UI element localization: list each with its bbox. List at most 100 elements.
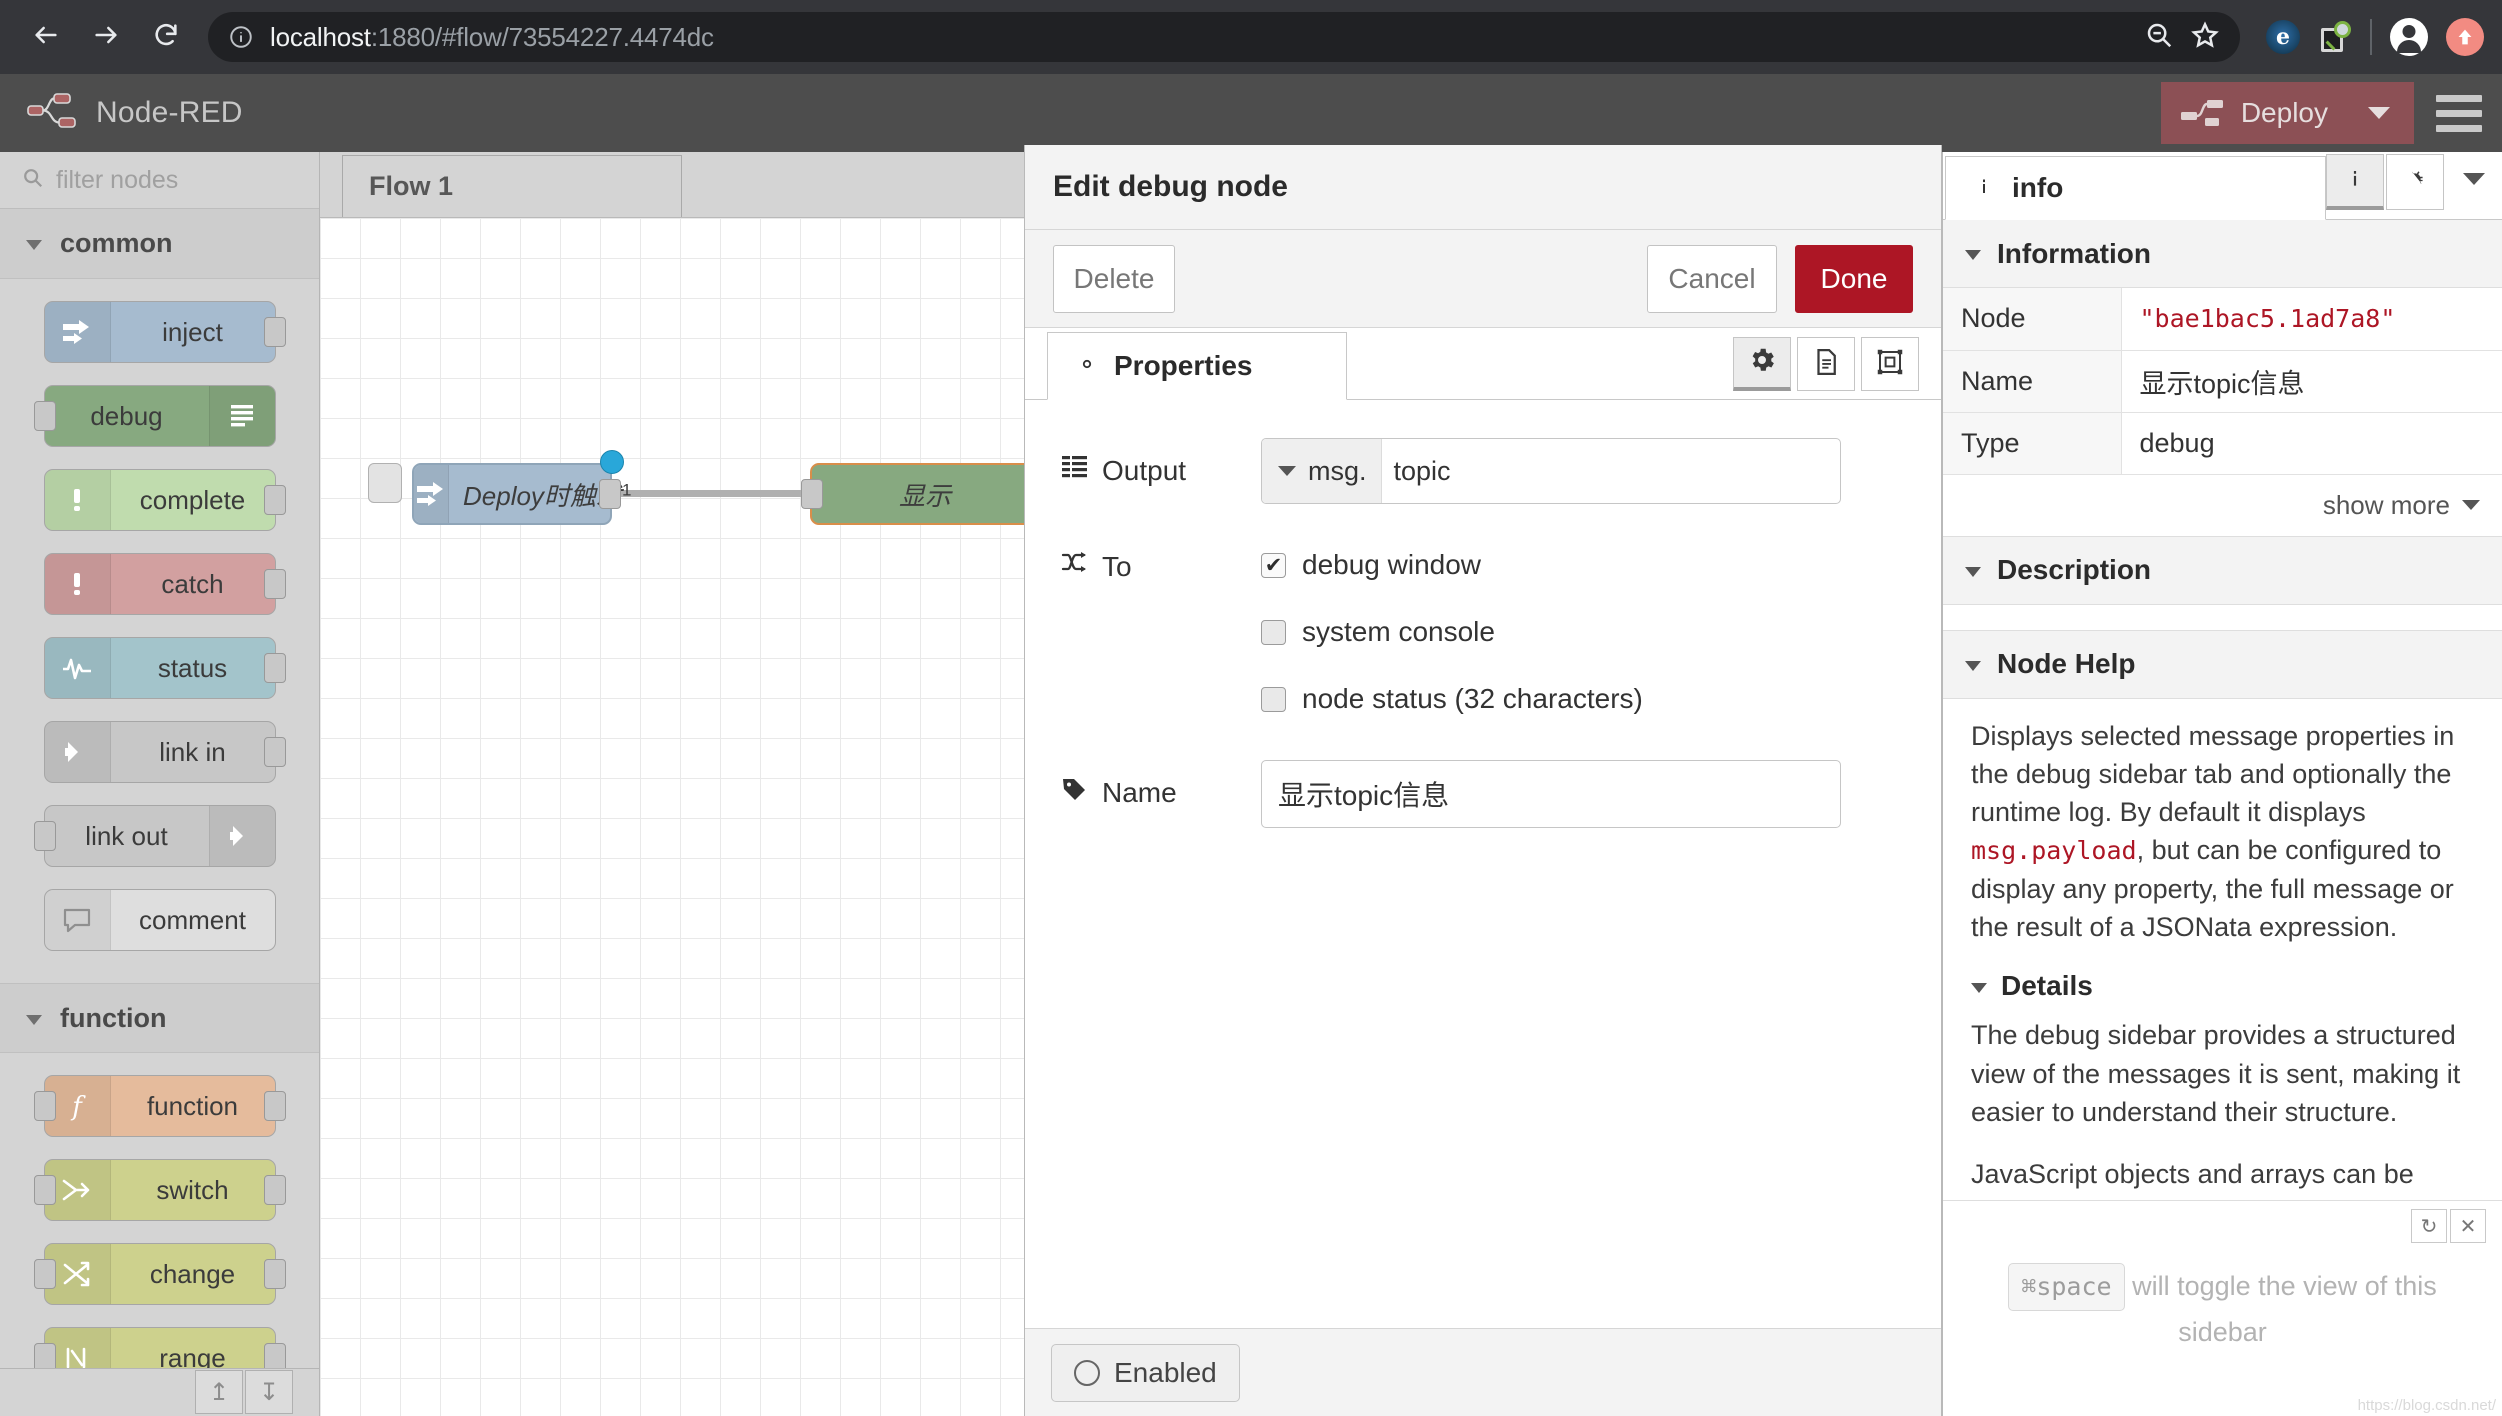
palette-node-link-out[interactable]: link out [33, 805, 276, 868]
palette-node-complete[interactable]: complete [43, 469, 286, 532]
flow-node-inject[interactable]: Deploy时触发1 [412, 463, 631, 525]
profile-avatar-icon[interactable] [2390, 18, 2428, 56]
checkbox-icon[interactable] [1261, 619, 1286, 645]
address-bar[interactable]: localhost:1880/#flow/73554227.4474dc [208, 12, 2240, 62]
chevron-double-up-icon[interactable]: ↥ [195, 1370, 243, 1415]
sidebar-section-information[interactable]: Information [1943, 220, 2502, 288]
output-label-text: Output [1102, 454, 1187, 486]
filter-nodes-input[interactable]: filter nodes [0, 152, 319, 210]
node-input-port[interactable] [33, 1259, 56, 1290]
flow-tab-flow1[interactable]: Flow 1 [342, 155, 682, 217]
table-row: Type debug [1943, 412, 2502, 475]
palette-category-function[interactable]: function [0, 983, 319, 1054]
flow-node-label: 显示 [898, 480, 951, 511]
palette-node-label: function [146, 1090, 239, 1121]
dialog-button-appearance[interactable] [1861, 337, 1919, 391]
palette-node-switch[interactable]: switch [33, 1159, 286, 1222]
palette-node-label: link out [85, 820, 168, 851]
chevron-down-icon [26, 1014, 42, 1025]
done-button[interactable]: Done [1795, 244, 1913, 313]
node-red-logo[interactable]: Node-RED [26, 91, 243, 136]
palette-category-common[interactable]: common [0, 209, 319, 280]
flow-node-debug[interactable]: 显示 [801, 463, 1040, 525]
extension-e-icon[interactable]: e [2266, 20, 2300, 54]
tab-properties[interactable]: Properties [1047, 332, 1347, 400]
node-output-port[interactable] [263, 1091, 286, 1122]
node-output-port[interactable] [263, 1259, 286, 1290]
node-input-port[interactable] [33, 1343, 56, 1368]
flow-tab-label: Flow 1 [369, 171, 454, 201]
node-output-port[interactable] [263, 485, 286, 516]
node-output-port[interactable] [263, 569, 286, 600]
reload-button[interactable] [138, 9, 194, 65]
checkbox-debug-window[interactable]: debug window [1261, 534, 1905, 596]
palette-node-change[interactable]: change [33, 1243, 286, 1306]
dialog-tabbar: Properties [1025, 328, 1941, 400]
checkbox-node-status[interactable]: node status (32 characters) [1261, 668, 1905, 730]
dialog-button-description[interactable] [1797, 337, 1855, 391]
node-output-port[interactable] [263, 317, 286, 348]
extension-inspector-icon[interactable] [2318, 20, 2352, 54]
node-input-port[interactable] [33, 1175, 56, 1206]
forward-button[interactable] [78, 9, 134, 65]
show-more-button[interactable]: show more [1943, 475, 2502, 537]
sidebar-tabbar: info [1943, 152, 2502, 220]
site-info-icon[interactable] [228, 24, 254, 50]
cancel-button[interactable]: Cancel [1647, 244, 1777, 313]
palette-node-range[interactable]: range [33, 1327, 286, 1368]
palette-category-label: common [60, 228, 173, 259]
checkbox-icon[interactable] [1261, 552, 1286, 578]
reload-icon [152, 21, 180, 54]
sidebar-button-info[interactable] [2326, 154, 2384, 210]
node-output-port[interactable] [263, 1175, 286, 1206]
zoom-out-icon[interactable] [2144, 20, 2174, 55]
dialog-button-properties[interactable] [1733, 337, 1791, 391]
node-output-port[interactable] [599, 479, 621, 509]
palette-node-function[interactable]: f function [33, 1075, 286, 1138]
chevron-double-down-icon[interactable]: ↧ [245, 1370, 293, 1415]
dialog-action-bar: Delete Cancel Done [1025, 230, 1941, 328]
close-icon[interactable]: ✕ [2450, 1209, 2486, 1244]
help-details-heading[interactable]: Details [1971, 970, 2474, 1002]
palette-node-catch[interactable]: catch [43, 553, 286, 616]
output-typed-input[interactable]: msg. topic [1261, 438, 1841, 504]
palette-node-comment[interactable]: comment [43, 889, 276, 952]
node-output-port[interactable] [263, 1343, 286, 1368]
svg-text:f: f [70, 1092, 86, 1121]
node-input-port[interactable] [801, 479, 823, 509]
sidebar-more-button[interactable] [2446, 151, 2502, 207]
name-input[interactable]: 显示topic信息 [1261, 760, 1841, 828]
palette-node-inject[interactable]: inject [43, 301, 286, 364]
node-output-port[interactable] [263, 653, 286, 684]
sidebar-tab-info[interactable]: info [1945, 156, 2326, 220]
hamburger-menu-icon[interactable] [2436, 94, 2482, 132]
output-type-select[interactable]: msg. [1262, 439, 1382, 503]
toolbar-divider [2370, 19, 2372, 55]
forward-arrow-icon [92, 21, 120, 54]
field-output: Output msg. topic [1061, 438, 1905, 504]
delete-button[interactable]: Delete [1053, 244, 1175, 313]
enabled-toggle-button[interactable]: Enabled [1051, 1343, 1240, 1402]
dialog-title: Edit debug node [1025, 145, 1941, 230]
output-property-input[interactable]: topic [1382, 439, 1840, 503]
refresh-icon[interactable]: ↻ [2411, 1209, 2447, 1244]
sidebar-section-description[interactable]: Description [1943, 536, 2502, 605]
palette-node-debug[interactable]: debug [33, 385, 276, 448]
palette-node-link-in[interactable]: link in [43, 721, 286, 784]
checkbox-icon[interactable] [1261, 686, 1286, 712]
checkbox-system-console[interactable]: system console [1261, 601, 1905, 663]
node-input-port[interactable] [33, 401, 56, 432]
node-input-port[interactable] [33, 821, 56, 852]
update-arrow-icon[interactable] [2446, 18, 2484, 56]
node-input-port[interactable] [33, 1091, 56, 1122]
node-output-port[interactable] [263, 737, 286, 768]
sidebar-button-debug[interactable] [2386, 154, 2444, 210]
url-host: localhost [270, 21, 371, 52]
chevron-down-icon[interactable] [2368, 107, 2390, 119]
star-icon[interactable] [2190, 20, 2220, 55]
palette-node-status[interactable]: status [43, 637, 286, 700]
back-button[interactable] [18, 9, 74, 65]
sidebar-section-node-help[interactable]: Node Help [1943, 630, 2502, 699]
deploy-button[interactable]: Deploy [2160, 82, 2414, 144]
node-drag-handle[interactable] [368, 463, 402, 503]
